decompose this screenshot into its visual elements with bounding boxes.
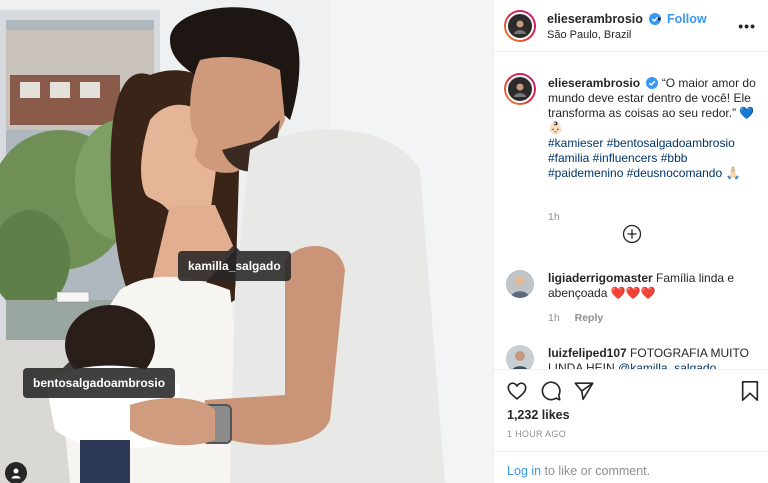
author-username[interactable]: elieserambrosio bbox=[547, 12, 662, 26]
caption-time[interactable]: 1h bbox=[548, 211, 560, 223]
comments-list[interactable]: elieserambrosio “O maior amor do mundo d… bbox=[494, 53, 768, 369]
reply-button[interactable]: Reply bbox=[575, 312, 604, 324]
bookmark-icon[interactable] bbox=[740, 380, 760, 402]
post-location[interactable]: São Paulo, Brazil bbox=[547, 29, 631, 41]
caption-avatar[interactable] bbox=[504, 73, 536, 105]
action-bar bbox=[494, 369, 768, 409]
commenter-avatar[interactable] bbox=[506, 270, 534, 298]
caption-hashtags[interactable]: #kamieser #bentosalgadoambrosio #familia… bbox=[548, 136, 740, 180]
user-tag-icon[interactable] bbox=[5, 462, 27, 483]
caption-username[interactable]: elieserambrosio bbox=[548, 76, 640, 90]
commenter-avatar[interactable] bbox=[506, 345, 534, 369]
photo-scene bbox=[0, 0, 493, 483]
person-icon bbox=[11, 468, 21, 479]
comment-username[interactable]: ligiaderrigomaster bbox=[548, 271, 653, 285]
photo-tag-kamilla[interactable]: kamilla_salgado bbox=[178, 245, 291, 281]
comment-icon[interactable] bbox=[540, 380, 562, 402]
login-prompt-text: to like or comment. bbox=[541, 464, 651, 478]
comment-time[interactable]: 1h bbox=[548, 312, 560, 324]
post-sidebar: elieserambrosio • Follow São Paulo, Braz… bbox=[493, 0, 768, 483]
more-options-icon[interactable]: ••• bbox=[738, 18, 756, 34]
photo-tag-bento[interactable]: bentosalgadoambrosio bbox=[23, 362, 176, 398]
photo-tag-label: bentosalgadoambrosio bbox=[33, 376, 166, 390]
separator-dot: • bbox=[657, 12, 662, 26]
post-timestamp[interactable]: 1 HOUR AGO bbox=[507, 429, 566, 439]
photo-tag-label: kamilla_salgado bbox=[188, 259, 281, 273]
comment-mention[interactable]: @kamilla_salgado bbox=[618, 361, 716, 369]
comment-meta: 1h Reply bbox=[548, 312, 603, 324]
follow-button[interactable]: Follow bbox=[667, 12, 707, 26]
add-circle-icon[interactable] bbox=[622, 224, 642, 244]
author-avatar[interactable] bbox=[504, 10, 536, 42]
caption-body: elieserambrosio “O maior amor do mundo d… bbox=[548, 76, 763, 181]
login-prompt: Log in to like or comment. bbox=[494, 451, 768, 483]
share-icon[interactable] bbox=[573, 380, 595, 402]
post-header: elieserambrosio • Follow São Paulo, Braz… bbox=[494, 0, 768, 52]
comment-username[interactable]: luizfeliped107 bbox=[548, 346, 627, 360]
comment-body: luizfeliped107 FOTOGRAFIA MUITO LINDA HE… bbox=[548, 346, 758, 369]
author-username-text: elieserambrosio bbox=[547, 12, 643, 26]
likes-count[interactable]: 1,232 likes bbox=[507, 408, 570, 422]
login-link[interactable]: Log in bbox=[507, 464, 541, 478]
heart-icon[interactable] bbox=[506, 380, 528, 402]
post-photo[interactable]: kamilla_salgado bentosalgadoambrosio bbox=[0, 0, 493, 483]
comment-body: ligiaderrigomaster Família linda e abenç… bbox=[548, 271, 758, 301]
verified-icon bbox=[646, 77, 659, 89]
